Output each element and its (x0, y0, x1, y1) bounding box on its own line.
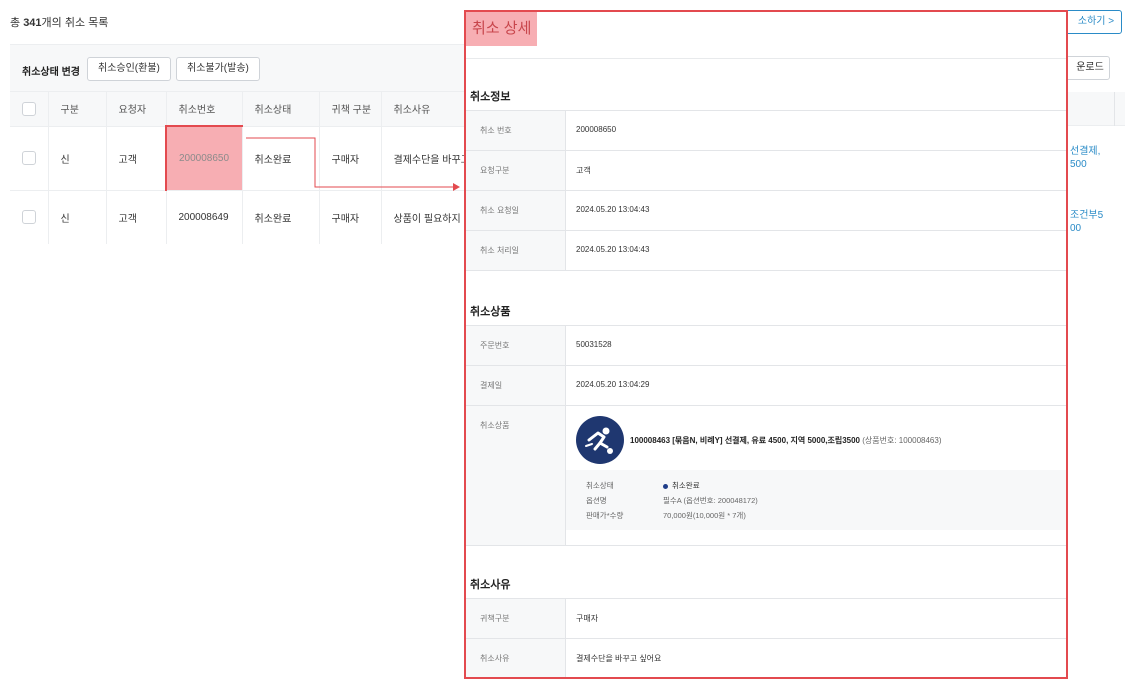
section-title-cancel-info: 취소정보 (470, 91, 511, 103)
info-row: 취소 번호 200008650 (466, 111, 1066, 151)
table-row[interactable]: 신 고객 200008649 취소완료 구매자 상품이 필요하지 않아요 (10, 190, 471, 244)
status-dot-icon (663, 483, 668, 489)
column-reason: 취소사유 (381, 92, 471, 127)
detail-status-row: 취소상태 취소완료 (586, 481, 700, 490)
table-header-row: 구분 요청자 취소번호 취소상태 귀책 구분 취소사유 (10, 92, 471, 127)
peek-row2-text[interactable]: 조건부5 00 (1070, 209, 1103, 235)
cancel-list-table: 구분 요청자 취소번호 취소상태 귀책 구분 취소사유 신 고객 2000086… (10, 92, 471, 244)
detail-option-row: 옵션명 필수A (옵션번호: 200048172) (586, 496, 758, 505)
peek-header (1067, 92, 1125, 126)
select-all-checkbox[interactable] (22, 101, 36, 116)
info-row: 요청구분 고객 (466, 151, 1066, 191)
row-checkbox[interactable] (22, 210, 36, 225)
column-cancel-no: 취소번호 (166, 92, 243, 127)
cell-requester: 고객 (106, 126, 167, 191)
column-status: 취소상태 (242, 92, 320, 127)
info-row: 취소사유 결제수단을 바꾸고 싶어요 (466, 639, 1066, 677)
section-title-cancel-reason: 취소사유 (470, 579, 511, 591)
section-title-cancel-product: 취소상품 (470, 306, 511, 318)
select-all-cell[interactable] (10, 92, 49, 127)
cell-reason: 상품이 필요하지 않아요 (381, 190, 471, 244)
cancel-reason-table: 귀책구분 구매자 취소사유 결제수단을 바꾸고 싶어요 (466, 598, 1066, 677)
product-row: 취소상품 100008463 [묶음N, 비례Y] 선결제, 유료 4500, … (466, 406, 1066, 546)
detail-price-row: 판매가*수량 70,000원(10,000원 * 7개) (586, 511, 746, 520)
product-name: 100008463 [묶음N, 비례Y] 선결제, 유료 4500, 지역 50… (630, 436, 942, 445)
cell-fault: 구매자 (319, 190, 382, 244)
cancel-product-table: 주문번호 50031528 결제일 2024.05.20 13:04:29 취소상품… (466, 325, 1066, 546)
column-type: 구분 (48, 92, 107, 127)
info-row: 귀책구분 구매자 (466, 599, 1066, 639)
reject-ship-button[interactable]: 취소불가(발송) (176, 57, 260, 81)
info-row: 취소 요청일 2024.05.20 13:04:43 (466, 191, 1066, 231)
divider (466, 58, 1066, 59)
product-box: 100008463 [묶음N, 비례Y] 선결제, 유료 4500, 지역 50… (566, 406, 1066, 545)
cancel-detail-panel: 취소 상세 취소정보 취소 번호 200008650 요청구분 고객 취소 요청일 2… (464, 10, 1068, 679)
peek-row1-text[interactable]: 선결제, 500 (1070, 145, 1100, 171)
toolbar-label: 취소상태 변경 (22, 67, 80, 78)
cell-type: 신 (48, 190, 107, 244)
cell-type: 신 (48, 126, 107, 191)
cell-reason: 결제수단을 바꾸고 싶어요 (381, 126, 471, 191)
cell-status: 취소완료 (242, 126, 320, 191)
row-checkbox[interactable] (22, 151, 36, 165)
column-fault: 귀책 구분 (319, 92, 382, 127)
cancel-no-link-highlighted[interactable]: 200008650 (165, 125, 243, 191)
peek-divider (1114, 92, 1115, 126)
panel-title: 취소 상세 (466, 12, 538, 46)
peek-action-button[interactable]: 소하기 > (1060, 10, 1122, 34)
cancel-info-table: 취소 번호 200008650 요청구분 고객 취소 요청일 2024.05.20 1… (466, 110, 1066, 271)
column-requester: 요청자 (106, 92, 167, 127)
info-row: 주문번호 50031528 (466, 326, 1066, 366)
approve-refund-button[interactable]: 취소승인(환불) (87, 57, 171, 81)
table-row[interactable]: 신 고객 200008650 취소완료 구매자 결제수단을 바꾸고 싶어요 (10, 125, 471, 191)
info-row: 취소 처리일 2024.05.20 13:04:43 (466, 231, 1066, 271)
cell-fault: 구매자 (319, 126, 382, 191)
info-row: 결제일 2024.05.20 13:04:29 (466, 366, 1066, 406)
product-detail-box: 취소상태 취소완료 옵션명 필수A (옵션번호: 200048172) 판매가*수량… (566, 470, 1066, 530)
cell-status: 취소완료 (242, 190, 320, 244)
cancel-no-link[interactable]: 200008649 (166, 190, 243, 244)
product-logo-icon (576, 416, 624, 464)
total-count-number: 341 (23, 17, 42, 29)
cell-requester: 고객 (106, 190, 167, 244)
total-count: 총 341개의 취소 목록 (10, 17, 109, 29)
status-change-toolbar: 취소상태 변경 취소승인(환불) 취소불가(발송) (10, 44, 470, 92)
